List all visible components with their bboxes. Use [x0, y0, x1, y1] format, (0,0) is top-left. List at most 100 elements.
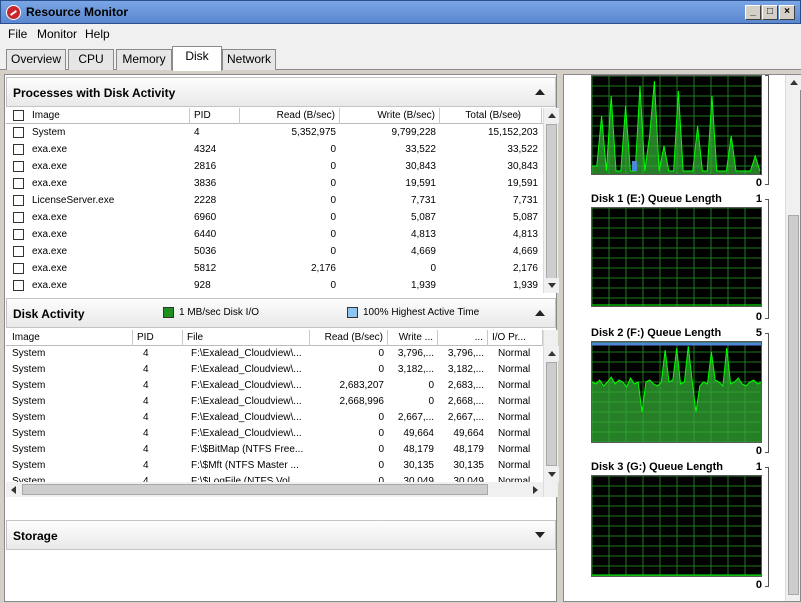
- maximize-button[interactable]: □: [762, 5, 778, 20]
- row-checkbox[interactable]: [13, 246, 24, 257]
- row-read: 0: [378, 460, 384, 471]
- tab-disk[interactable]: Disk: [172, 46, 222, 71]
- row-io-priority: Normal: [498, 444, 531, 455]
- col-pid[interactable]: PID: [190, 108, 240, 124]
- scroll-down-button[interactable]: [544, 467, 559, 482]
- table-row[interactable]: exa.exe 928 0 1,939 1,939: [6, 277, 543, 293]
- col-image[interactable]: Image: [6, 330, 133, 346]
- table-row[interactable]: System 4 F:\Exalead_Cloudview\... 0 49,664 49…: [6, 426, 543, 442]
- graph-2-title: Disk 2 (F:) Queue Length: [591, 327, 722, 339]
- processes-section-title: Processes with Disk Activity: [13, 86, 176, 100]
- col-total[interactable]: Total (B/sec): [440, 108, 542, 124]
- graph-0-bracket: [765, 75, 769, 185]
- table-row[interactable]: exa.exe 5036 0 4,669 4,669: [6, 243, 543, 260]
- table-row[interactable]: exa.exe 6960 0 5,087 5,087: [6, 209, 543, 226]
- table-row[interactable]: exa.exe 4324 0 33,522 33,522: [6, 141, 543, 158]
- row-file: F:\Exalead_Cloudview\...: [191, 396, 302, 407]
- resource-monitor-icon: [6, 5, 21, 20]
- scroll-left-button[interactable]: [6, 482, 21, 497]
- table-row[interactable]: System 4 F:\Exalead_Cloudview\... 2,683,207…: [6, 378, 543, 394]
- row-checkbox[interactable]: [13, 195, 24, 206]
- menu-help[interactable]: Help: [85, 27, 110, 41]
- row-pid: 4: [143, 476, 149, 482]
- processes-scrollbar[interactable]: [543, 108, 559, 293]
- row-total: 3,796,...: [447, 348, 484, 359]
- hscrollbar-thumb[interactable]: [22, 484, 488, 495]
- table-row[interactable]: System 4 F:\Exalead_Cloudview\... 2,668,996…: [6, 394, 543, 410]
- storage-section-header[interactable]: Storage: [6, 520, 556, 550]
- row-checkbox[interactable]: [13, 161, 24, 172]
- row-read: 2,668,996: [339, 396, 385, 407]
- table-row[interactable]: System 4 5,352,975 9,799,228 15,152,203: [6, 124, 543, 141]
- row-checkbox[interactable]: [13, 144, 24, 155]
- row-checkbox[interactable]: [13, 127, 24, 138]
- table-row[interactable]: exa.exe 3836 0 19,591 19,591: [6, 175, 543, 192]
- table-row[interactable]: System 4 F:\Exalead_Cloudview\... 0 3,796,..…: [6, 346, 543, 362]
- expand-down-icon[interactable]: [535, 532, 545, 538]
- graph-1-max-label: 1: [755, 193, 762, 205]
- col-image[interactable]: Image: [28, 108, 190, 124]
- tab-overview[interactable]: Overview: [6, 49, 66, 70]
- table-row[interactable]: exa.exe 6440 0 4,813 4,813: [6, 226, 543, 243]
- graphs-scrollbar[interactable]: [785, 75, 801, 601]
- title-bar[interactable]: Resource Monitor _ □ ×: [0, 0, 801, 24]
- row-checkbox[interactable]: [13, 263, 24, 274]
- col-file[interactable]: File: [183, 330, 310, 346]
- table-row[interactable]: System 4 F:\Exalead_Cloudview\... 0 3,182,..…: [6, 362, 543, 378]
- col-io-priority[interactable]: I/O Pr...: [488, 330, 543, 346]
- graph-0-min-label: 0: [755, 177, 762, 189]
- scroll-up-button[interactable]: [544, 346, 559, 361]
- select-all-checkbox[interactable]: [13, 110, 24, 121]
- menu-file[interactable]: File: [8, 27, 27, 41]
- tab-network[interactable]: Network: [222, 49, 276, 70]
- table-row[interactable]: System 4 F:\$Mft (NTFS Master ... 0 30,135 30…: [6, 458, 543, 474]
- row-pid: 4: [143, 364, 149, 375]
- minimize-button[interactable]: _: [745, 5, 761, 20]
- row-read: 0: [330, 280, 336, 291]
- row-file: F:\$LogFile (NTFS Vol...: [191, 476, 299, 482]
- row-checkbox[interactable]: [13, 212, 24, 223]
- graph-1-bracket: [765, 199, 769, 319]
- disk-activity-section-header[interactable]: Disk Activity 1 MB/sec Disk I/O 100% Hig…: [6, 298, 556, 328]
- row-image: System: [12, 460, 46, 471]
- scroll-up-button[interactable]: [786, 75, 801, 90]
- row-pid: 4: [143, 412, 149, 423]
- tab-cpu[interactable]: CPU: [68, 49, 114, 70]
- row-checkbox[interactable]: [13, 229, 24, 240]
- table-row[interactable]: exa.exe 5812 2,176 0 2,176: [6, 260, 543, 277]
- row-write: 9,799,228: [391, 127, 437, 138]
- col-read[interactable]: Read (B/sec): [240, 108, 340, 124]
- scrollbar-thumb[interactable]: [788, 215, 799, 595]
- scroll-up-button[interactable]: [544, 108, 559, 123]
- close-button[interactable]: ×: [779, 5, 795, 20]
- table-row[interactable]: System 4 F:\$BitMap (NTFS Free... 0 48,179 48…: [6, 442, 543, 458]
- processes-section-header[interactable]: Processes with Disk Activity: [6, 77, 556, 107]
- row-checkbox[interactable]: [13, 280, 24, 291]
- col-write[interactable]: Write ...: [388, 330, 438, 346]
- row-read: 0: [378, 476, 384, 482]
- tab-memory[interactable]: Memory: [116, 49, 172, 70]
- row-read: 2,683,207: [339, 380, 385, 391]
- collapse-up-icon[interactable]: [535, 89, 545, 95]
- table-row[interactable]: System 4 F:\Exalead_Cloudview\... 0 2,667,..…: [6, 410, 543, 426]
- graph-1-min-label: 0: [755, 311, 762, 323]
- col-pid[interactable]: PID: [133, 330, 183, 346]
- scrollbar-thumb[interactable]: [546, 362, 557, 466]
- row-pid: 4: [143, 444, 149, 455]
- col-total[interactable]: ...: [438, 330, 488, 346]
- table-row[interactable]: exa.exe 2816 0 30,843 30,843: [6, 158, 543, 175]
- col-write[interactable]: Write (B/sec): [340, 108, 440, 124]
- disk-activity-hscrollbar[interactable]: [6, 482, 543, 497]
- disk-activity-scrollbar[interactable]: [543, 330, 559, 497]
- scrollbar-thumb[interactable]: [546, 124, 557, 280]
- row-checkbox[interactable]: [13, 178, 24, 189]
- col-read[interactable]: Read (B/sec): [310, 330, 388, 346]
- active-time-legend-label: 100% Highest Active Time: [363, 307, 480, 318]
- menu-monitor[interactable]: Monitor: [37, 27, 77, 41]
- table-row[interactable]: System 4 F:\$LogFile (NTFS Vol... 0 30,049 30…: [6, 474, 543, 482]
- collapse-up-icon[interactable]: [535, 310, 545, 316]
- table-row[interactable]: LicenseServer.exe 2228 0 7,731 7,731: [6, 192, 543, 209]
- arrow-up-icon: [548, 351, 556, 356]
- scroll-down-button[interactable]: [544, 278, 559, 293]
- scroll-right-button[interactable]: [528, 482, 543, 497]
